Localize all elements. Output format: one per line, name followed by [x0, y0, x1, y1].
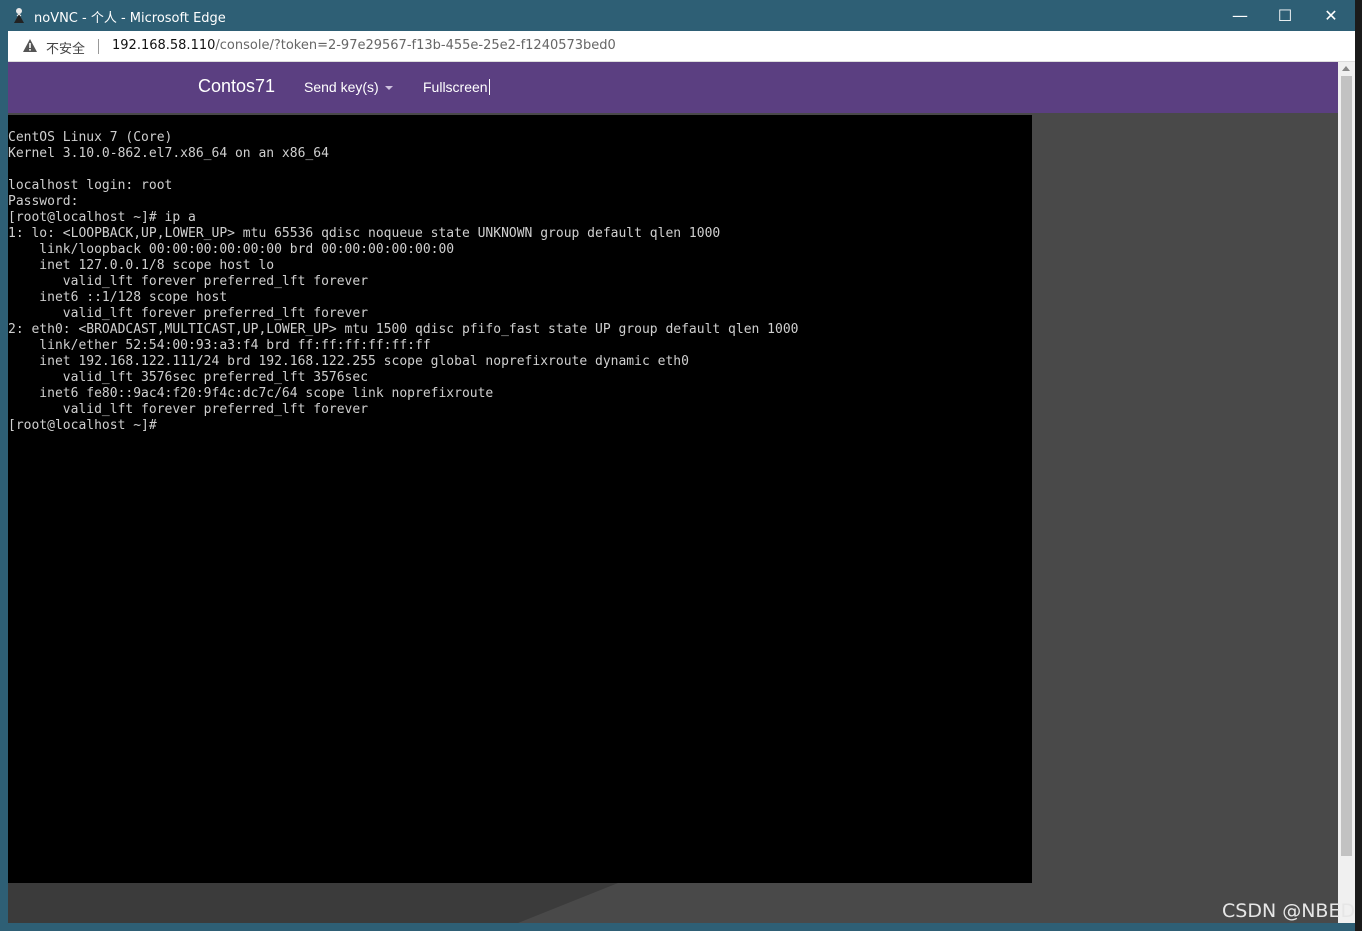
address-separator [98, 39, 99, 54]
send-keys-label: Send key(s) [304, 79, 379, 95]
novnc-navbar: Contos71 Send key(s) Fullscreen [8, 62, 1338, 113]
scroll-up-arrow-icon[interactable] [1342, 66, 1350, 71]
warning-triangle-icon[interactable] [22, 38, 38, 54]
title-bar[interactable]: noVNC - 个人 - Microsoft Edge — ☐ ✕ [0, 0, 1355, 31]
novnc-app-icon [10, 6, 28, 24]
console-output: CentOS Linux 7 (Core) Kernel 3.10.0-862.e… [8, 130, 799, 434]
window-bottom-border [0, 923, 1355, 931]
browser-window: noVNC - 个人 - Microsoft Edge — ☐ ✕ 不安全 19… [0, 0, 1355, 931]
console-line: 1: lo: <LOOPBACK,UP,LOWER_UP> mtu 65536 … [8, 226, 721, 241]
console-line: inet6 fe80::9ac4:f20:9f4c:dc7c/64 scope … [8, 386, 494, 401]
text-cursor [488, 79, 490, 95]
console-line: localhost login: root [8, 178, 173, 193]
scrollbar-thumb[interactable] [1341, 76, 1352, 856]
url-text[interactable]: 192.168.58.110/console/?token=2-97e29567… [112, 38, 616, 53]
console-line: link/loopback 00:00:00:00:00:00 brd 00:0… [8, 242, 455, 257]
vnc-console-screen[interactable]: CentOS Linux 7 (Core) Kernel 3.10.0-862.e… [8, 115, 1032, 883]
page-scrollbar[interactable] [1338, 62, 1355, 923]
novnc-page: Contos71 Send key(s) Fullscreen CentOS L… [8, 62, 1338, 923]
vm-name-brand[interactable]: Contos71 [198, 76, 275, 97]
minimize-button[interactable]: — [1217, 0, 1263, 31]
background-shape [8, 883, 1338, 923]
close-icon: ✕ [1324, 6, 1338, 25]
console-line: inet 127.0.0.1/8 scope host lo [8, 258, 275, 273]
console-line: valid_lft forever preferred_lft forever [8, 402, 369, 417]
security-label[interactable]: 不安全 [46, 38, 85, 57]
csdn-watermark: CSDN @NBED [1222, 900, 1356, 922]
console-line: inet 192.168.122.111/24 brd 192.168.122.… [8, 354, 689, 369]
url-path: /console/?token=2-97e29567-f13b-455e-25e… [215, 38, 616, 53]
console-line: valid_lft forever preferred_lft forever [8, 306, 369, 321]
console-line: 2: eth0: <BROADCAST,MULTICAST,UP,LOWER_U… [8, 322, 799, 337]
maximize-icon: ☐ [1277, 6, 1293, 25]
console-line: [root@localhost ~]# ip a [8, 210, 196, 225]
close-button[interactable]: ✕ [1308, 0, 1354, 31]
console-line: CentOS Linux 7 (Core) [8, 130, 173, 145]
send-keys-dropdown[interactable]: Send key(s) [304, 79, 393, 95]
background-window-edge [1355, 0, 1362, 931]
url-host: 192.168.58.110 [112, 38, 216, 53]
console-line: Kernel 3.10.0-862.el7.x86_64 on an x86_6… [8, 146, 329, 161]
console-line: Password: [8, 194, 79, 209]
window-title: noVNC - 个人 - Microsoft Edge [34, 11, 226, 26]
console-line: valid_lft 3576sec preferred_lft 3576sec [8, 370, 369, 385]
console-line: inet6 ::1/128 scope host [8, 290, 228, 305]
fullscreen-button[interactable]: Fullscreen [423, 79, 490, 95]
caret-down-icon [384, 86, 393, 91]
console-line: valid_lft forever preferred_lft forever [8, 274, 369, 289]
console-line: link/ether 52:54:00:93:a3:f4 brd ff:ff:f… [8, 338, 431, 353]
maximize-button[interactable]: ☐ [1262, 0, 1308, 31]
address-bar[interactable]: 不安全 192.168.58.110/console/?token=2-97e2… [8, 31, 1355, 62]
minimize-icon: — [1232, 6, 1248, 25]
fullscreen-label: Fullscreen [423, 79, 488, 95]
console-line: [root@localhost ~]# [8, 418, 157, 433]
